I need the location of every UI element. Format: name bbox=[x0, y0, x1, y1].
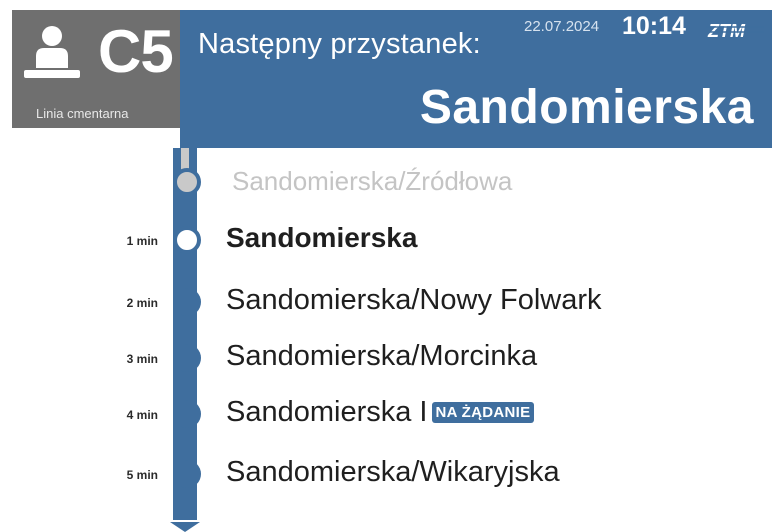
stop-eta: 2 min bbox=[126, 296, 158, 310]
route-continue-arrow-icon bbox=[170, 516, 200, 532]
stop-name-container: Sandomierska I NA ŻĄDANIE bbox=[226, 396, 535, 429]
stop-eta: 3 min bbox=[126, 352, 158, 366]
next-stop-name: Sandomierska bbox=[419, 81, 754, 134]
stop-name: Sandomierska/Źródłowa bbox=[232, 166, 513, 196]
operator-logo: ZTM bbox=[706, 21, 764, 40]
stop-dot bbox=[173, 288, 201, 316]
stop-name: Sandomierska/Nowy Folwark bbox=[226, 284, 602, 316]
line-badge: C5 Linia cmentarna bbox=[12, 10, 180, 128]
passenger-info-display: C5 Linia cmentarna Następny przystanek: … bbox=[0, 0, 772, 532]
stop-row: 3 min Sandomierska/Morcinka bbox=[0, 340, 772, 380]
stop-row: 5 min Sandomierska/Wikaryjska bbox=[0, 456, 772, 496]
next-stop-label: Następny przystanek: bbox=[198, 28, 481, 60]
stop-dot-current bbox=[173, 226, 201, 254]
stop-eta: 1 min bbox=[126, 234, 158, 248]
stop-dot bbox=[173, 460, 201, 488]
stop-eta: 5 min bbox=[126, 468, 158, 482]
line-number: C5 bbox=[98, 18, 174, 85]
line-name: Linia cmentarna bbox=[36, 106, 129, 121]
stop-dot bbox=[173, 344, 201, 372]
stop-eta: 4 min bbox=[126, 408, 158, 422]
stop-name: Sandomierska/Wikaryjska bbox=[226, 456, 560, 488]
person-icon bbox=[24, 26, 80, 78]
stop-name: Sandomierska bbox=[226, 222, 418, 253]
next-stop-header: Następny przystanek: 22.07.2024 10:14 ZT… bbox=[180, 10, 772, 148]
stop-name: Sandomierska I bbox=[226, 396, 428, 428]
stop-name: Sandomierska/Morcinka bbox=[226, 340, 538, 372]
stop-row-request: 4 min Sandomierska I NA ŻĄDANIE bbox=[0, 396, 772, 436]
stop-dot bbox=[173, 400, 201, 428]
time-display: 10:14 bbox=[622, 12, 686, 40]
request-stop-badge: NA ŻĄDANIE bbox=[431, 402, 535, 423]
operator-logo-text: ZTM bbox=[707, 21, 746, 40]
stop-row-passed: Sandomierska/Źródłowa bbox=[0, 164, 772, 204]
stop-row: 2 min Sandomierska/Nowy Folwark bbox=[0, 284, 772, 324]
date-display: 22.07.2024 bbox=[524, 18, 600, 35]
stop-dot-passed bbox=[173, 168, 201, 196]
stop-row-current: 1 min Sandomierska bbox=[0, 222, 772, 262]
